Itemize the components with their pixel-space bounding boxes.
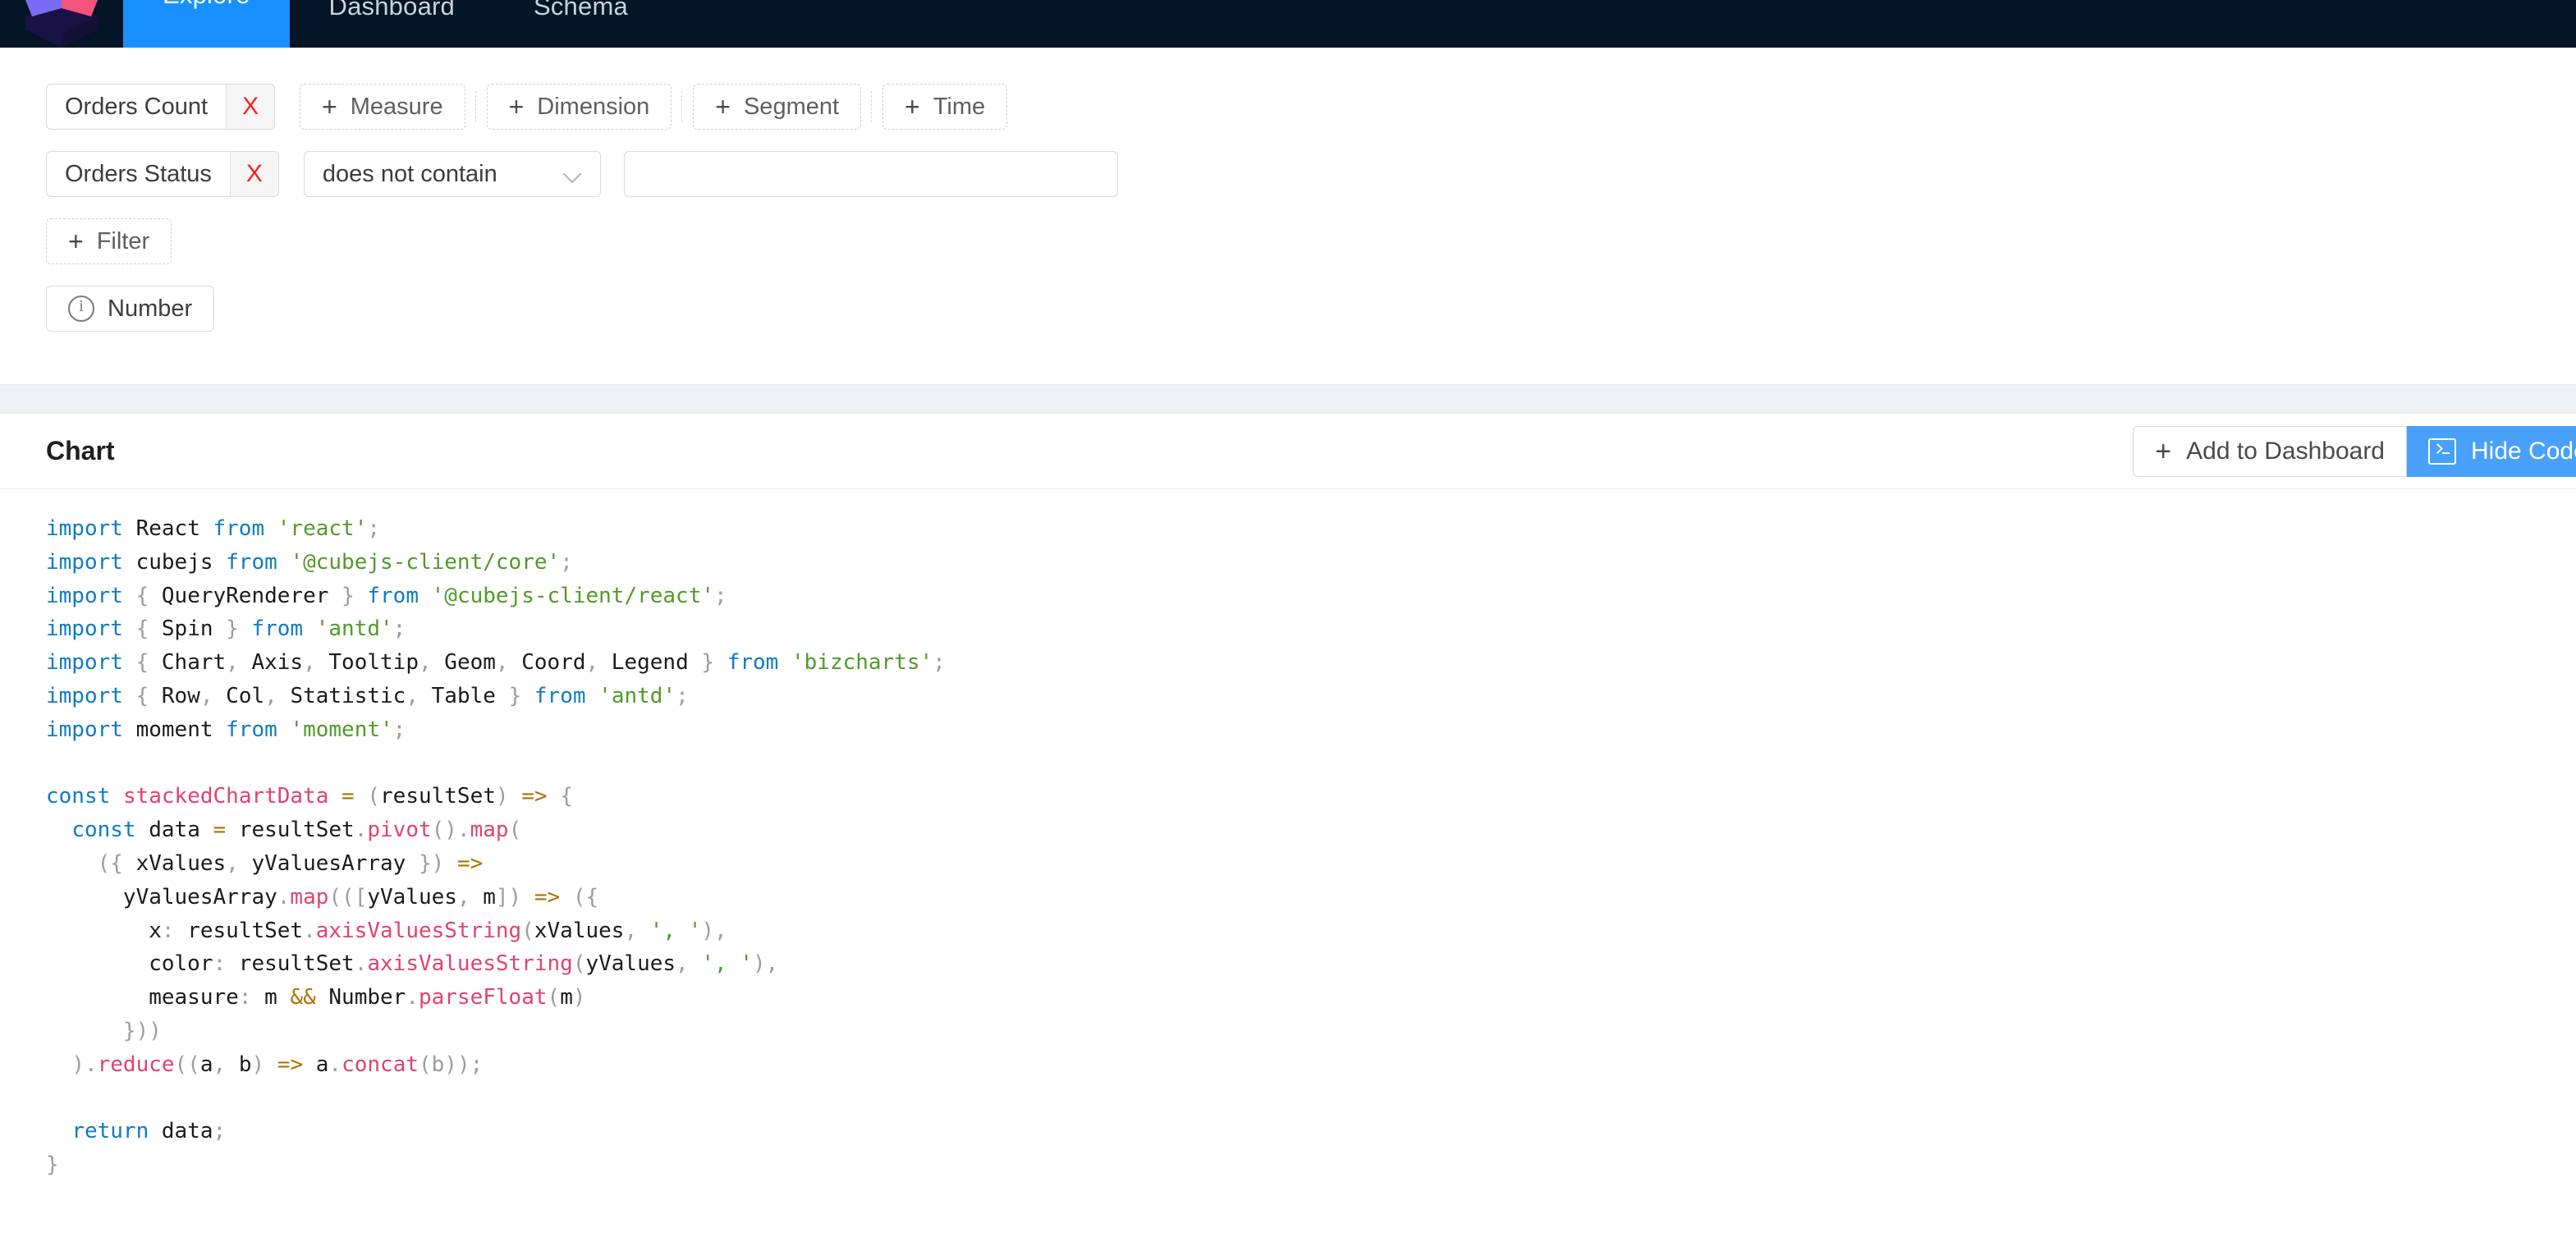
add-segment-label: Segment [743,93,840,120]
measure-chip-orders-count[interactable]: Orders Count X [46,84,276,130]
members-row: Orders Count X + Measure + Dimension + S… [46,84,2530,130]
measure-chip-remove-icon[interactable]: X [226,85,275,129]
nav-tab-schema-label: Schema [533,0,628,21]
source-code-block[interactable]: import React from 'react'; import cubejs… [46,512,2576,1182]
add-to-dashboard-button[interactable]: + Add to Dashboard [2133,425,2407,477]
plus-icon: + [715,92,731,121]
group-separator [474,91,477,122]
nav-tab-dashboard-label: Dashboard [328,0,455,21]
chart-panel-title: Chart [46,436,115,465]
chart-panel-header: Chart + Add to Dashboard Hide Code [0,414,2576,489]
hide-code-label: Hide Code [2471,437,2576,465]
filter-row: Orders Status X does not contain [46,151,2530,197]
measure-chip-label: Orders Count [65,93,209,120]
app-logo[interactable] [0,0,123,48]
plus-icon: + [508,92,525,121]
chart-panel-actions: + Add to Dashboard Hide Code [2133,425,2576,477]
section-divider [0,384,2576,414]
terminal-icon [2428,438,2456,465]
plus-icon: + [322,92,337,121]
nav-tab-explore[interactable]: Explore [123,0,290,48]
nav-tab-schema[interactable]: Schema [494,0,667,30]
add-time-button[interactable]: + Time [882,84,1008,130]
nav-tab-dashboard[interactable]: Dashboard [290,0,494,30]
add-filter-button[interactable]: + Filter [46,218,172,264]
add-measure-button[interactable]: + Measure [300,84,465,130]
cubejs-logo-icon [24,0,99,48]
add-dimension-label: Dimension [537,93,650,120]
code-preview-area: import React from 'react'; import cubejs… [0,489,2576,1182]
top-navigation-bar: Explore Dashboard Schema [0,0,2576,48]
plus-icon: + [905,92,920,121]
add-time-label: Time [933,93,986,120]
group-separator [681,91,683,122]
add-segment-button[interactable]: + Segment [693,84,862,130]
add-filter-row: + Filter [46,218,2530,264]
filter-operator-value: does not contain [322,160,497,187]
filter-operator-select[interactable]: does not contain [303,151,601,197]
add-dimension-button[interactable]: + Dimension [486,84,672,130]
plus-icon: + [2155,435,2172,467]
add-measure-label: Measure [350,93,443,120]
add-filter-label: Filter [96,227,150,254]
hide-code-button[interactable]: Hide Code [2407,425,2576,477]
chart-type-label: Number [108,295,193,322]
chart-type-row: Number [46,286,2530,332]
filter-chip-orders-status[interactable]: Orders Status X [46,151,279,197]
filter-value-input[interactable] [623,151,1118,197]
cubejs-logo-svg [25,0,98,48]
plus-icon: + [68,227,84,256]
filter-chip-remove-icon[interactable]: X [229,152,278,196]
chart-panel: Chart + Add to Dashboard Hide Code impor… [0,414,2576,1182]
info-circle-icon [68,295,94,322]
query-builder: Orders Count X + Measure + Dimension + S… [0,48,2576,384]
chart-type-button-number[interactable]: Number [46,286,215,332]
filter-chip-label: Orders Status [65,160,212,187]
query-builder-spacer [46,353,2530,384]
group-separator [871,91,873,122]
nav-tab-explore-label: Explore [163,0,250,7]
add-to-dashboard-label: Add to Dashboard [2186,437,2385,465]
chevron-down-icon [564,165,582,183]
